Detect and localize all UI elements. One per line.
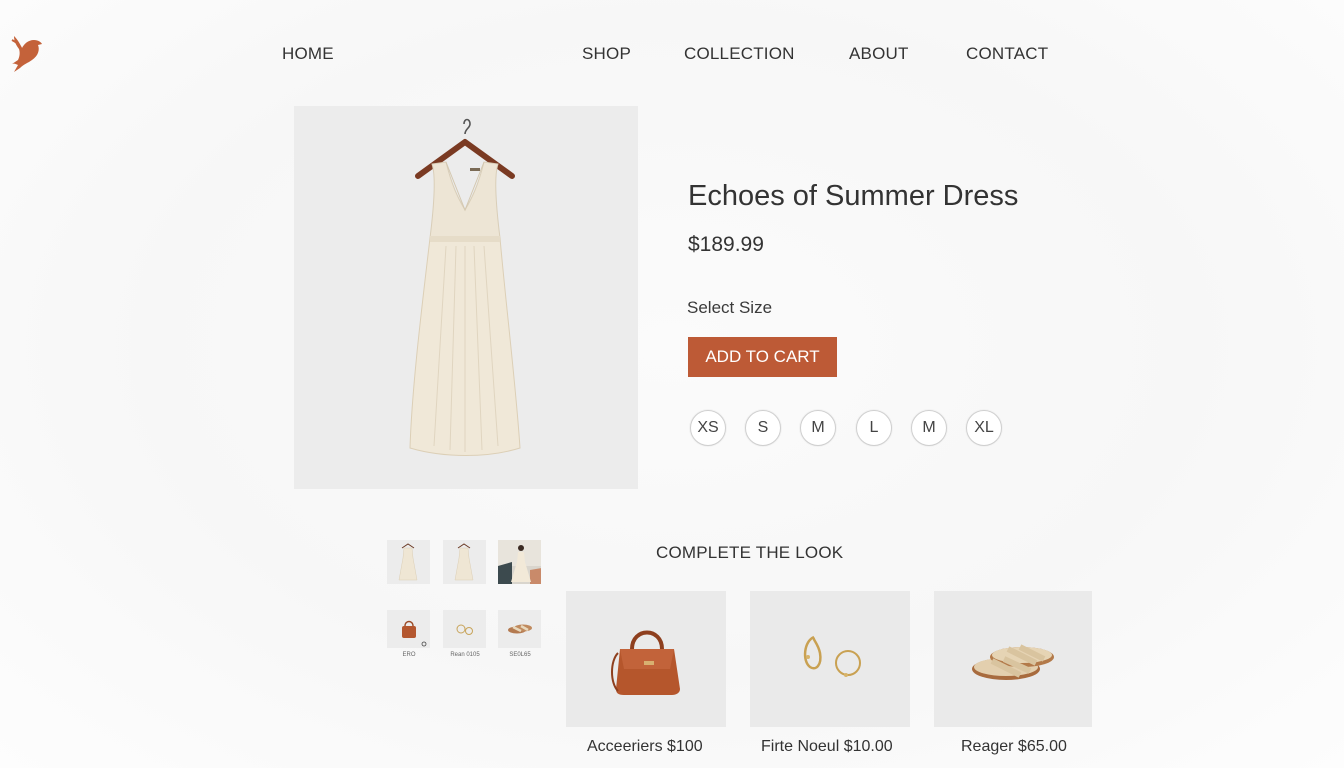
size-option[interactable]: M [800, 410, 836, 446]
thumbnail-sandals[interactable] [498, 610, 541, 648]
dress-thumb-icon [398, 543, 418, 581]
product-image[interactable] [294, 106, 638, 489]
nav-home[interactable]: HOME [282, 44, 334, 64]
product-price: $189.99 [688, 233, 764, 256]
thumbnail-handbag[interactable] [387, 610, 430, 648]
earrings-thumb-icon [456, 624, 473, 635]
thumbnail-dress-back[interactable] [443, 540, 486, 584]
earrings-image [803, 635, 861, 677]
look-item-caption: Reager $65.00 [961, 738, 1067, 755]
model-thumb-icon [498, 540, 541, 584]
select-size-label: Select Size [687, 298, 773, 317]
complete-the-look-heading: COMPLETE THE LOOK [656, 543, 844, 562]
size-option[interactable]: XL [966, 410, 1002, 446]
dress-image [409, 118, 521, 456]
size-option[interactable]: XS [690, 410, 726, 446]
thumbnail-caption: SE0L65 [509, 652, 531, 658]
thumbnail-caption: Rean 0105 [450, 652, 480, 658]
handbag-thumb-icon [402, 620, 427, 647]
add-to-cart-button[interactable]: ADD TO CART [688, 337, 837, 377]
nav-shop[interactable]: SHOP [582, 44, 631, 64]
look-item-earrings[interactable] [750, 591, 910, 727]
dress-thumb-icon [454, 543, 474, 581]
brand-logo[interactable] [10, 30, 46, 74]
size-option[interactable]: S [745, 410, 781, 446]
handbag-image [611, 630, 680, 695]
size-option[interactable]: L [856, 410, 892, 446]
sandals-thumb-icon [508, 624, 532, 634]
size-option[interactable]: M [911, 410, 947, 446]
nav-collection[interactable]: COLLECTION [684, 44, 795, 64]
look-item-handbag[interactable] [566, 591, 726, 727]
nav-contact[interactable]: CONTACT [966, 44, 1048, 64]
thumbnail-dress-front[interactable] [387, 540, 430, 584]
look-item-caption: Firte Noeul $10.00 [761, 738, 893, 755]
sandals-image [972, 644, 1054, 680]
look-item-sandals[interactable] [934, 591, 1092, 727]
nav-about[interactable]: ABOUT [849, 44, 909, 64]
product-title: Echoes of Summer Dress [688, 180, 1019, 212]
bird-icon [11, 36, 42, 72]
thumbnail-dress-on-model[interactable] [498, 540, 541, 584]
thumbnail-caption: ERO [402, 652, 416, 658]
thumbnail-earrings[interactable] [443, 610, 486, 648]
look-item-caption: Acceeriers $100 [587, 738, 703, 755]
